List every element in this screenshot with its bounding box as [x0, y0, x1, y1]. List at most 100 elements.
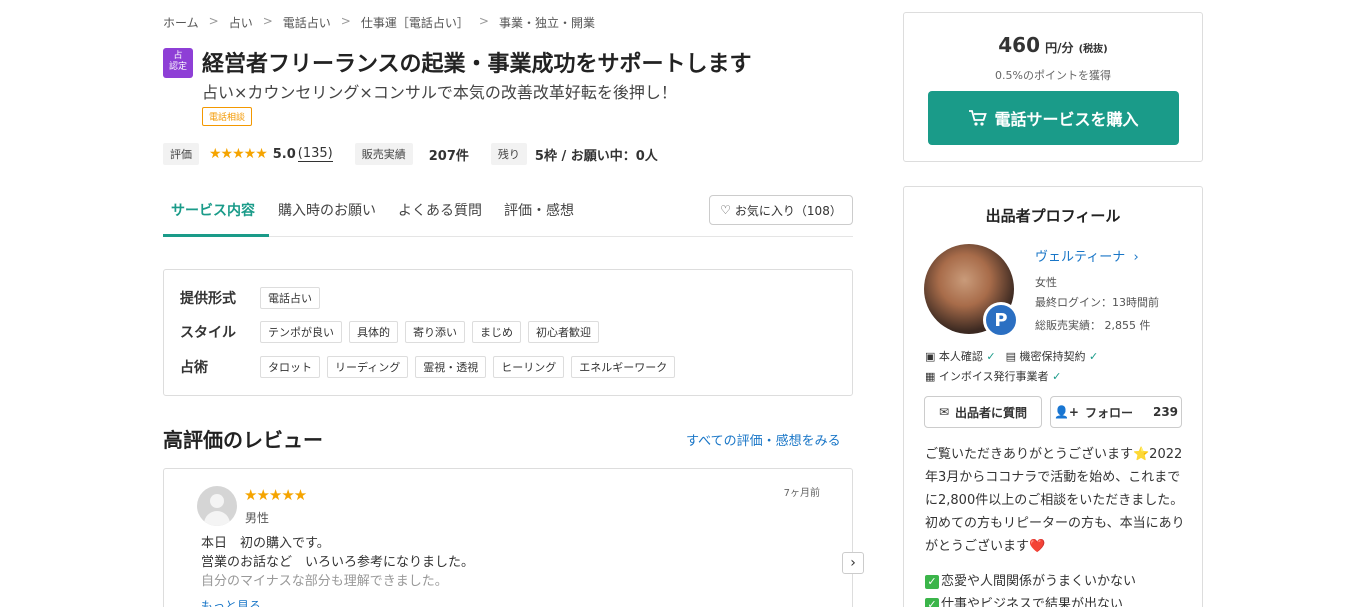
price-tax-note: (税抜) [1078, 44, 1108, 55]
breadcrumb-item-business[interactable]: 事業・独立・開業 [499, 14, 595, 31]
check-box-icon: ✓ [925, 598, 939, 607]
reviews-heading: 高評価のレビュー [163, 428, 323, 452]
breadcrumb-separator: > [208, 14, 219, 28]
verification-label: 機密保持契約 [1019, 350, 1086, 363]
chevron-right-icon: › [1129, 250, 1139, 265]
mail-icon: ✉ [938, 405, 950, 419]
spec-row-format: 提供形式 電話占い [180, 287, 327, 309]
spec-row-method: 占術 タロット リーディング 霊視・透視 ヒーリング エネルギーワーク [180, 356, 682, 378]
check-icon: ✓ [1089, 350, 1099, 363]
breadcrumb-separator: > [478, 14, 489, 28]
spec-row-style: スタイル テンポが良い 具体的 寄り添い まじめ 初心者歓迎 [180, 321, 606, 343]
breadcrumb-item-work-fortune[interactable]: 仕事運［電話占い］ [361, 14, 469, 31]
profile-title: 出品者プロフィール [985, 207, 1121, 225]
carousel-next-button[interactable]: › [842, 552, 864, 574]
spec-chip[interactable]: 寄り添い [405, 321, 465, 343]
verification-label: インボイス発行事業者 [938, 370, 1049, 383]
spec-chip[interactable]: まじめ [472, 321, 521, 343]
intro-item-text: 仕事やビジネスで結果が出ない [941, 597, 1124, 607]
tab-service-content[interactable]: サービス内容 [171, 200, 255, 220]
spec-chip[interactable]: 具体的 [349, 321, 398, 343]
breadcrumb-item-fortune[interactable]: 占い [229, 14, 253, 31]
remaining-label: 残り [490, 143, 527, 165]
breadcrumb-separator: > [262, 14, 273, 28]
ask-seller-button[interactable]: ✉ 出品者に質問 [924, 396, 1042, 428]
active-tab-indicator [163, 234, 269, 237]
seller-total-sales: 総販売実績： 2,855 件 [1035, 319, 1151, 332]
price-unit: 円/分 [1045, 41, 1074, 55]
spec-chip[interactable]: 霊視・透視 [415, 356, 487, 378]
service-spec-box: 提供形式 電話占い スタイル テンポが良い 具体的 寄り添い まじめ 初心者歓迎… [163, 269, 853, 396]
spec-chip[interactable]: エネルギーワーク [571, 356, 676, 378]
spec-chip[interactable]: 電話占い [260, 287, 320, 309]
review-line: 営業のお話など いろいろ参考になりました。 [201, 555, 475, 570]
buy-phone-service-button[interactable]: 電話サービスを購入 [928, 91, 1179, 145]
certified-badge-icon: 占 認定 [163, 48, 193, 78]
all-reviews-link[interactable]: すべての評価・感想をみる [686, 430, 841, 449]
review-card: ★★★★★ 男性 7ヶ月前 本日 初の購入です。 営業のお話など いろいろ参考に… [163, 468, 853, 607]
review-more-link[interactable]: もっと見る [201, 597, 261, 607]
user-plus-icon: 👤+ [1053, 405, 1079, 419]
price: 460 円/分 (税抜) [904, 33, 1202, 57]
receipt-icon: ▦ [925, 370, 939, 383]
check-box-icon: ✓ [925, 575, 939, 589]
intro-item-text: 恋愛や人間関係がうまくいかない [941, 574, 1137, 589]
seller-name-link[interactable]: ヴェルティーナ › [1035, 246, 1139, 265]
spec-label: スタイル [180, 325, 236, 341]
check-icon: ✓ [1052, 370, 1062, 383]
breadcrumb-item-phone-fortune[interactable]: 電話占い [283, 14, 331, 31]
follow-count: 239 [1152, 405, 1179, 419]
follow-label: フォロー [1084, 405, 1133, 420]
rating-value[interactable]: 5.0 [273, 147, 296, 162]
follow-button[interactable]: 👤+ フォロー 239 [1050, 396, 1182, 428]
review-stars-icon: ★★★★★ [244, 486, 307, 504]
price-amount: 460 [998, 33, 1041, 57]
platinum-badge-icon: P [983, 302, 1019, 338]
document-icon: ▤ [1005, 350, 1020, 363]
tab-reviews[interactable]: 評価・感想 [504, 200, 574, 220]
intro-text: ご覧いただきありがとうございます⭐2022年3月からココナラで活動を始め、これま… [925, 447, 1185, 554]
rating-label: 評価 [163, 143, 199, 165]
spec-chip[interactable]: リーディング [327, 356, 409, 378]
sales-label: 販売実績 [354, 143, 413, 165]
tab-bar: サービス内容 購入時のお願い よくある質問 評価・感想 ♡ お気に入り（108） [163, 190, 853, 237]
seller-gender: 女性 [1035, 276, 1057, 289]
buy-button-label: 電話サービスを購入 [994, 110, 1139, 129]
favorite-label: お気に入り（108） [734, 203, 842, 218]
spec-chip[interactable]: タロット [260, 356, 320, 378]
service-type-tag: 電話相談 [202, 107, 253, 126]
nda-signed: ▤ 機密保持契約 ✓ [1006, 348, 1099, 364]
reviewer-gender: 男性 [245, 511, 270, 525]
review-text: 本日 初の購入です。 営業のお話など いろいろ参考になりました。 自分のマイナス… [201, 534, 474, 591]
intro-list-item: ✓ 仕事やビジネスで結果が出ない [925, 593, 1187, 607]
review-date: 7ヶ月前 [783, 488, 820, 499]
page-subtitle: 占い×カウンセリング×コンサルで本気の改善改革好転を後押し！ [202, 83, 677, 102]
chevron-right-icon: › [850, 555, 856, 571]
badge-line2: 認定 [168, 62, 187, 72]
invoice-registered: ▦ インボイス発行事業者 ✓ [925, 368, 1061, 384]
spec-chip[interactable]: テンポが良い [260, 321, 342, 343]
price-box: 460 円/分 (税抜) 0.5%のポイントを獲得 電話サービスを購入 [903, 12, 1203, 162]
badge-line1: 占 [173, 51, 183, 61]
spec-chip[interactable]: ヒーリング [493, 356, 565, 378]
spec-label: 占術 [180, 360, 208, 376]
cart-icon [969, 110, 988, 126]
seller-intro: ご覧いただきありがとうございます⭐2022年3月からココナラで活動を始め、これま… [925, 443, 1187, 607]
breadcrumb-separator: > [340, 14, 351, 28]
rating-count[interactable]: (135) [297, 146, 333, 162]
favorite-button[interactable]: ♡ お気に入り（108） [709, 195, 853, 225]
tab-purchase-requests[interactable]: 購入時のお願い [278, 200, 376, 220]
seller-last-login: 最終ログイン：13時間前 [1035, 296, 1159, 309]
intro-list-item: ✓ 恋愛や人間関係がうまくいかない [925, 570, 1187, 593]
user-card-icon: ▣ [925, 350, 939, 363]
spec-label: 提供形式 [180, 291, 236, 307]
identity-verified: ▣ 本人確認 ✓ [925, 348, 996, 364]
breadcrumb-item-home[interactable]: ホーム [163, 14, 199, 31]
seller-name: ヴェルティーナ [1035, 250, 1126, 265]
check-icon: ✓ [986, 350, 996, 363]
spec-chip[interactable]: 初心者歓迎 [528, 321, 599, 343]
tab-faq[interactable]: よくある質問 [398, 200, 482, 220]
review-line: 自分のマイナスな部分も理解できました。 [201, 574, 448, 589]
verification-row: ▦ インボイス発行事業者 ✓ [925, 368, 1061, 384]
heart-icon: ♡ [720, 203, 731, 217]
